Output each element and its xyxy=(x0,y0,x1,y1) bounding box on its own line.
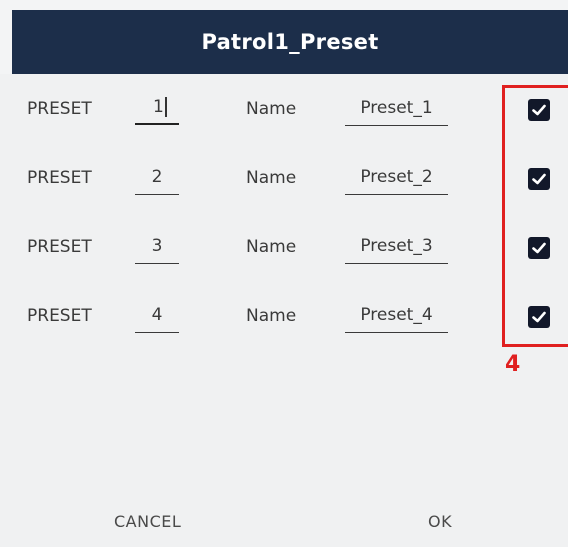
dialog-title: Patrol1_Preset xyxy=(201,30,379,54)
preset-number-value: 2 xyxy=(151,167,163,187)
name-label: Name xyxy=(246,99,297,119)
preset-name-input-1[interactable]: Preset_1 xyxy=(345,91,448,126)
screen: Patrol1_Preset PRESET 1 Name Preset_1 PR… xyxy=(0,0,568,547)
preset-label: PRESET xyxy=(27,99,92,119)
preset-number-input-1[interactable]: 1 xyxy=(135,91,179,125)
preset-number-input-3[interactable]: 3 xyxy=(135,229,179,264)
dialog-title-bar: Patrol1_Preset xyxy=(12,10,568,74)
preset-number-value: 4 xyxy=(151,305,163,325)
preset-name-value: Preset_1 xyxy=(360,98,433,118)
name-label: Name xyxy=(246,237,297,257)
preset-name-value: Preset_3 xyxy=(360,236,433,256)
preset-label: PRESET xyxy=(27,168,92,188)
preset-row-4: PRESET 4 Name Preset_4 xyxy=(0,281,568,350)
preset-name-input-3[interactable]: Preset_3 xyxy=(345,229,448,264)
preset-label: PRESET xyxy=(27,237,92,257)
preset-row-3: PRESET 3 Name Preset_3 xyxy=(0,212,568,281)
preset-row-1: PRESET 1 Name Preset_1 xyxy=(0,74,568,143)
preset-label: PRESET xyxy=(27,306,92,326)
annotation-label: 4 xyxy=(505,352,521,377)
preset-name-input-4[interactable]: Preset_4 xyxy=(345,298,448,333)
preset-number-value: 3 xyxy=(151,236,163,256)
annotation-highlight-box xyxy=(502,85,568,347)
preset-name-value: Preset_2 xyxy=(360,167,433,187)
preset-name-input-2[interactable]: Preset_2 xyxy=(345,160,448,195)
cancel-button[interactable]: CANCEL xyxy=(114,512,181,531)
name-label: Name xyxy=(246,168,297,188)
preset-number-value: 1 xyxy=(153,97,164,117)
preset-name-value: Preset_4 xyxy=(360,305,433,325)
ok-button[interactable]: OK xyxy=(428,512,452,531)
preset-row-2: PRESET 2 Name Preset_2 xyxy=(0,143,568,212)
preset-number-input-2[interactable]: 2 xyxy=(135,160,179,195)
name-label: Name xyxy=(246,306,297,326)
preset-number-input-4[interactable]: 4 xyxy=(135,298,179,333)
text-caret xyxy=(164,97,167,117)
